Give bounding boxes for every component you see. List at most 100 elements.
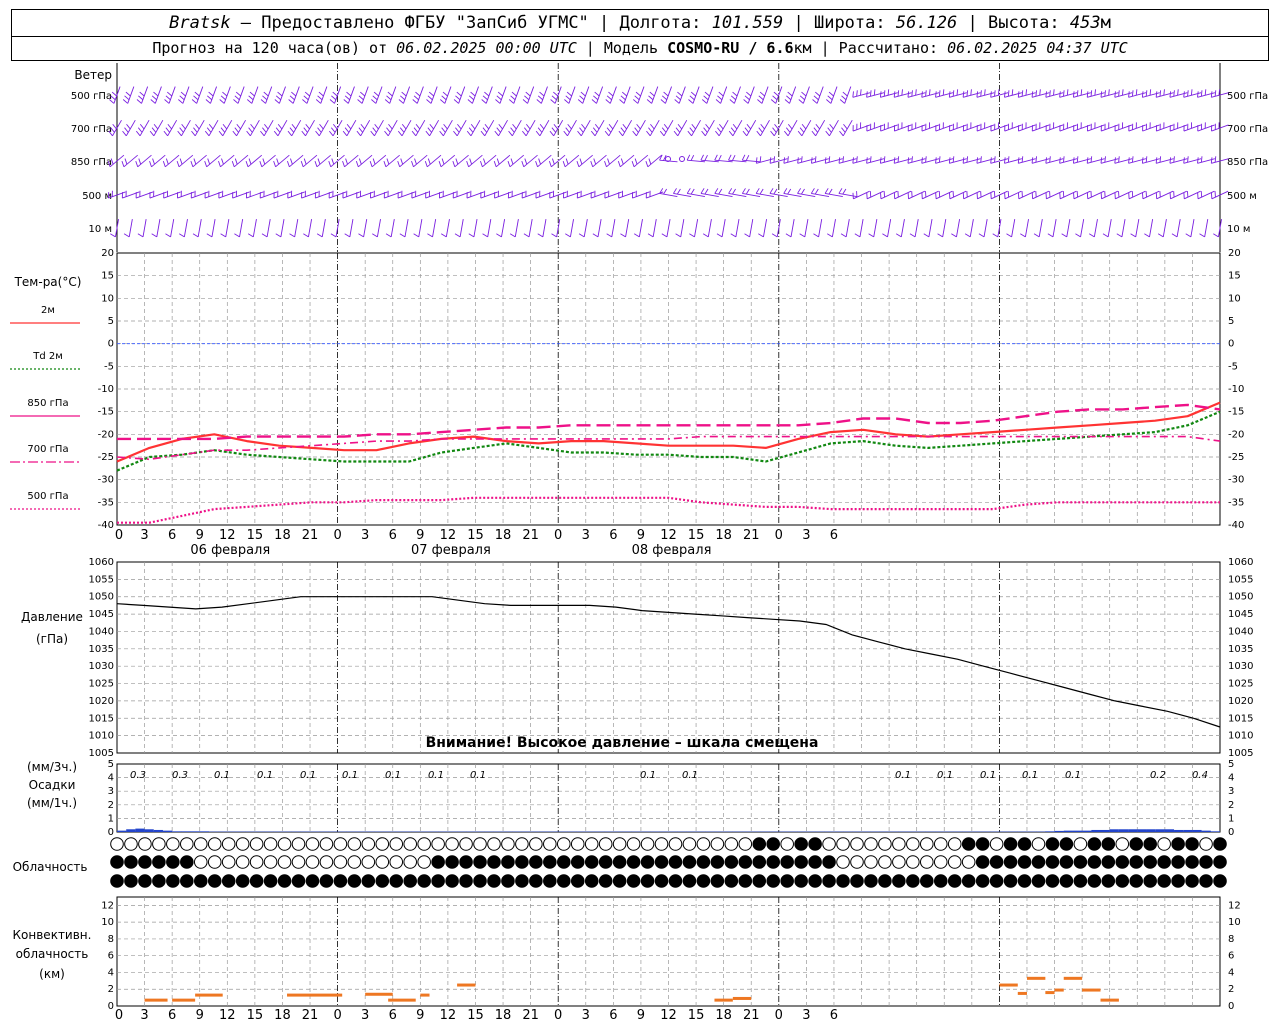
wind-barb-feather [732, 188, 736, 195]
y-tick-label-right: 2 [1228, 984, 1234, 995]
wind-barb-feather [233, 99, 239, 104]
wind-barb-shaft [1093, 219, 1098, 237]
wind-barb-feather [590, 130, 596, 137]
wind-barb-feather [482, 127, 488, 133]
wind-barb-feather [332, 91, 338, 97]
wind-barb-feather [827, 95, 833, 101]
wind-barb-feather [827, 233, 833, 238]
wind-barb-shaft [583, 219, 588, 237]
y-tick-label-left: -30 [98, 475, 114, 486]
wind-barb-feather [990, 91, 992, 98]
wind-barb-shaft [511, 119, 522, 137]
precipitation-bar [172, 831, 182, 832]
wind-barb-shaft [387, 119, 398, 137]
convective-bar [1026, 976, 1046, 980]
cloud-cover-icon [221, 874, 236, 888]
wind-barb-shaft [401, 119, 412, 137]
cloud-cover-icon [124, 855, 138, 869]
wind-barb-feather [887, 89, 890, 96]
precipitation-label: 0.1 [428, 770, 444, 781]
wind-barb-shaft [677, 119, 688, 137]
wind-barb-shaft [1101, 124, 1119, 132]
legend-label: 850 гПа [27, 398, 68, 409]
y-tick-label-right: -25 [1228, 452, 1244, 463]
wind-barb-shaft [894, 124, 912, 132]
cloud-cover-icon [892, 837, 906, 851]
wind-barb-shaft [749, 219, 754, 237]
hour-tick-label: 6 [609, 1008, 617, 1023]
wind-barb-feather [604, 130, 610, 137]
wind-barb-feather [355, 160, 359, 167]
wind-barb-feather [551, 127, 557, 133]
wind-barb-feather [1088, 233, 1095, 238]
wind-barb-feather [673, 130, 679, 137]
wind-barb-feather [1049, 90, 1051, 97]
wind-barb-feather [580, 91, 586, 97]
wind-barb-feather [617, 160, 621, 167]
wind-barb-feather [135, 130, 141, 137]
wind-barb-feather [647, 233, 654, 238]
wind-barb-feather [564, 99, 570, 104]
wind-barb-feather [579, 127, 584, 133]
wind-barb-shaft [1128, 124, 1146, 132]
cloud-cover-icon [752, 837, 767, 851]
wind-barb-feather [990, 157, 992, 164]
wind-barb-shaft [239, 219, 244, 237]
wind-barb-feather [677, 123, 683, 130]
hour-tick-label: 6 [830, 528, 838, 543]
cloud-cover-icon [836, 855, 850, 869]
wind-barb-shaft [1114, 124, 1133, 132]
y-tick-label-left: 1005 [89, 748, 114, 759]
wind-barb-feather [220, 95, 226, 101]
wind-barb-shaft [604, 191, 622, 199]
wind-barb-shaft [494, 191, 512, 199]
wind-barb-feather [438, 160, 442, 167]
precipitation-unit-1h: (мм/1ч.) [27, 796, 77, 810]
wind-barb-feather [289, 127, 295, 133]
cloud-cover-icon [640, 837, 655, 851]
wind-barb-shaft [445, 219, 450, 237]
wind-barb-feather [329, 99, 335, 104]
cloud-cover-icon [431, 874, 445, 888]
y-tick-label-left: 10 [101, 917, 114, 928]
convective-unit: (км) [39, 967, 65, 981]
wind-barb-feather [124, 127, 129, 133]
wind-barb-feather [783, 188, 788, 194]
wind-barb-feather [826, 99, 832, 104]
wind-barb-feather [925, 156, 927, 163]
wind-barb-feather [732, 154, 736, 161]
wind-barb-feather [440, 233, 447, 238]
wind-barb-feather [829, 123, 834, 130]
wind-barb-feather [484, 123, 490, 130]
wind-barb-feather [303, 95, 309, 101]
wind-barb-feather [608, 91, 614, 97]
y-tick-label-right: 1045 [1228, 609, 1253, 620]
hour-tick-label: 18 [715, 1008, 732, 1023]
cloud-cover-icon [1171, 855, 1185, 869]
wind-barb-feather [222, 91, 228, 97]
precipitation-bar [1091, 829, 1101, 832]
convective-bar [732, 996, 752, 1000]
wind-barb-feather [411, 130, 417, 137]
convective-grid: 12 12 10 10 8 8 6 6 4 4 2 2 0 0 [101, 896, 1241, 1012]
wind-barb-feather [565, 158, 569, 165]
wind-barb-feather [179, 158, 183, 165]
cloud-cover-icon [138, 874, 152, 888]
wind-barb-feather [493, 160, 497, 167]
wind-barb-feather [1183, 91, 1185, 98]
wind-barb-shaft [246, 191, 264, 199]
wind-barb-shaft [315, 191, 333, 199]
wind-barb-shaft [1197, 124, 1215, 132]
wind-barb-feather [289, 233, 295, 238]
wind-barb-feather [535, 160, 538, 167]
wind-barb-feather [801, 188, 805, 195]
hour-tick-label: 6 [389, 528, 397, 543]
y-tick-label-left: 1015 [89, 713, 114, 724]
wind-barb-feather [537, 127, 543, 133]
wind-barb-feather [125, 91, 131, 97]
wind-barb-feather [165, 158, 169, 165]
wind-barb-feather [976, 157, 979, 164]
wind-barb-feather [897, 156, 900, 163]
wind-barb-feather [1047, 233, 1054, 238]
y-tick-label-right: 15 [1228, 271, 1241, 282]
